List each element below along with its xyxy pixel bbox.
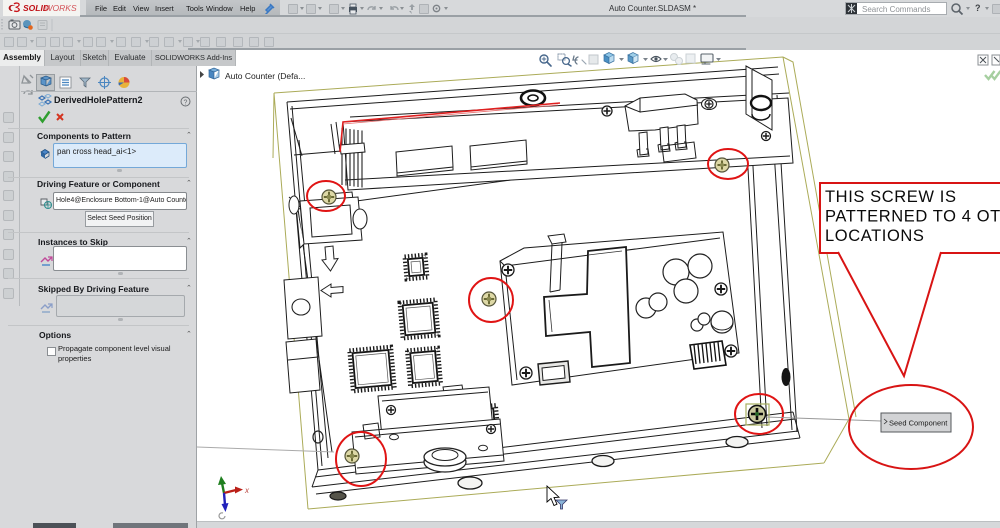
svg-text:Auto Counter (Defa...: Auto Counter (Defa... [225, 71, 305, 81]
svg-text:LOCATIONS: LOCATIONS [825, 227, 925, 245]
svg-text:PATTERNED TO 4 OTH: PATTERNED TO 4 OTH [825, 208, 1000, 226]
svg-text:Seed Component: Seed Component [889, 419, 948, 428]
svg-text:THIS SCREW IS: THIS SCREW IS [825, 188, 957, 206]
svg-text:?: ? [184, 100, 188, 107]
svg-text:WORKS: WORKS [45, 3, 77, 13]
